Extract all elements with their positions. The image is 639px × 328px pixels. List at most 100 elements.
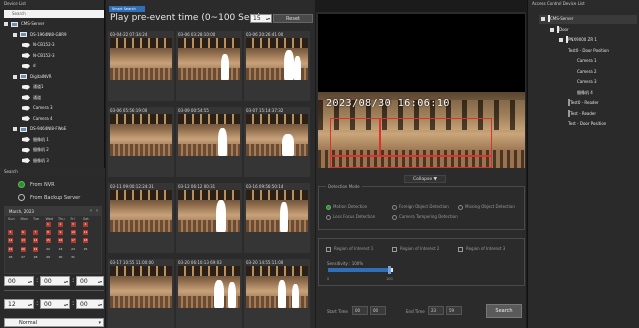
calendar-day[interactable]: 11 [83,230,88,236]
device-tree-item[interactable]: 通道1 [22,83,44,91]
device-tree-item[interactable]: DigitalNVR [13,73,51,81]
event-thumbnail[interactable]: 03-06 20:26:41 00 [244,31,310,101]
event-thumbnail[interactable]: 03-20 14:55:11:00 [244,259,310,328]
calendar-day[interactable]: 26 [8,255,13,260]
expand-icon[interactable] [13,32,17,37]
device-tree-item[interactable]: 通道 [22,94,41,102]
event-thumbnail[interactable]: 03-20 06:10:13 69:03 [176,259,242,328]
spin-icon[interactable]: ▴▾ [28,300,32,309]
access-tree-item[interactable]: Test0 - Door Position [568,47,609,55]
start-hour-input[interactable]: 00 ▴▾ [4,276,34,286]
end-time-hour[interactable]: 23 [428,306,444,315]
calendar-day[interactable]: 1 [45,222,51,227]
access-tree-item[interactable]: Camera 3 [577,78,597,86]
access-tree-item[interactable]: CMS-Server [541,15,573,23]
calendar-day[interactable]: 20 [20,246,26,252]
end-minute-input[interactable]: 00 ▴▾ [40,299,70,309]
roi-3-checkbox[interactable]: Region of Interest 3 [458,246,505,252]
expand-icon[interactable] [559,38,563,42]
foreign-object-option[interactable]: Foreign Object Detection [392,204,449,210]
from-nvr-radio[interactable] [18,181,25,188]
from-backup-radio[interactable] [18,194,25,201]
calendar-day[interactable]: 31 [71,255,76,260]
calendar-day[interactable]: 15 [45,238,51,244]
prev-month-icon[interactable]: ‹ [90,208,92,214]
calendar-day[interactable]: 27 [21,255,26,260]
tab-smart-search[interactable]: Smart Search [109,6,145,12]
device-tree-item[interactable]: DS-1964NI8-G8R9 [13,31,67,39]
end-second-input[interactable]: 00 ▴▾ [76,299,104,309]
start-second-input[interactable]: 00 ▴▾ [76,276,104,286]
calendar-day[interactable]: 18 [83,238,88,244]
calendar-day[interactable]: 29 [46,255,51,260]
calendar-day[interactable]: 4 [83,222,88,227]
device-tree-item[interactable]: N-CB152-3 [22,52,55,60]
start-time-min[interactable]: 00 [370,306,386,315]
reset-button[interactable]: Reset [273,14,313,23]
access-tree-item[interactable]: Camera 2 [577,68,597,76]
access-tree-item[interactable]: PNX9000 ZR 1 [559,36,597,44]
event-thumbnail[interactable]: 03-11 09:00:12:24:31 [108,183,174,253]
calendar-day[interactable]: 21 [33,246,38,252]
calendar-day[interactable]: 16 [58,238,63,244]
camera-tampering-option[interactable]: Camera Tampering Detection [392,214,458,220]
device-tree-item[interactable]: N-CB152-3 [22,41,55,49]
calendar-day[interactable]: 17 [70,238,76,244]
spin-icon[interactable]: ▴▾ [64,277,68,286]
calendar-day[interactable]: 3 [70,222,76,227]
event-thumbnail[interactable]: 03-06 03:28:10:00 [176,31,242,101]
access-tree-item[interactable]: Test - Reader [568,109,596,118]
calendar-day[interactable]: 12 [8,238,13,244]
calendar-day[interactable]: 28 [33,255,38,260]
device-tree-item[interactable]: Camera 3 [22,104,53,112]
start-minute-input[interactable]: 00 ▴▾ [40,276,70,286]
event-thumbnail[interactable]: 03-16 09:56:50:14 [244,183,310,253]
spin-icon[interactable]: ▴▾ [98,300,102,309]
access-tree-item[interactable]: Camera 1 [577,57,597,65]
device-search-input[interactable]: Search [4,10,104,18]
expand-icon[interactable] [4,22,8,26]
expand-icon[interactable] [13,127,17,131]
device-tree-item[interactable]: Camera 4 [22,115,53,123]
access-tree-item[interactable]: Door [550,25,569,34]
access-tree-item[interactable]: Test0 - Reader [568,99,599,107]
calendar-day[interactable]: 24 [71,247,76,252]
device-tree-item[interactable]: DS-9464NI8-FWoE [13,125,66,133]
device-tree-item[interactable]: CMS-Server [4,20,44,28]
end-hour-input[interactable]: 12 ▴▾ [4,299,34,309]
calendar-day[interactable]: 9 [58,230,63,236]
sensitivity-handle[interactable] [388,266,391,274]
calendar-day[interactable]: 6 [20,230,26,236]
event-thumbnail[interactable]: 03-12 06:12 00:31 [176,183,242,253]
event-thumbnail[interactable]: 03-17 10:55 11:00:00 [108,259,174,328]
calendar-day[interactable]: 25 [83,247,88,252]
motion-detection-option[interactable]: Motion Detection [326,204,367,210]
device-tree-item[interactable]: 摄像机 2 [22,146,49,154]
calendar-day[interactable]: 30 [58,255,63,260]
calendar-day[interactable]: 8 [45,230,51,236]
event-thumbnail[interactable]: 03-09 00:54:55 [176,107,242,177]
device-tree-item[interactable]: 摄像机 3 [22,157,49,165]
calendar-day[interactable]: 10 [70,230,76,236]
calendar-day[interactable]: 5 [8,230,13,236]
start-time-hour[interactable]: 00 [352,306,368,315]
calendar-day[interactable]: 14 [33,238,38,244]
mode-select[interactable]: Normal ▾ [4,318,104,327]
calendar-day[interactable]: 19 [8,246,13,252]
loss-focus-option[interactable]: Loss Focus Detection [326,214,375,220]
calendar-day[interactable]: 13 [20,238,26,244]
event-thumbnail[interactable]: 03-06 05:56:19:00 [108,107,174,177]
collapse-button[interactable]: Collapse ▼ [404,175,446,183]
access-tree-item[interactable]: Test - Door Position [568,120,606,128]
event-thumbnail[interactable]: 03-07 15:14:37:32 [244,107,310,177]
calendar-day[interactable]: 23 [58,247,63,252]
calendar-day[interactable]: 2 [58,222,63,227]
search-button[interactable]: Search [486,304,522,318]
access-tree-item[interactable]: 摄像机 4 [577,89,593,97]
expand-icon[interactable] [550,27,554,32]
end-time-min[interactable]: 59 [446,306,462,315]
calendar-day[interactable]: 22 [46,247,51,252]
device-tree-item[interactable]: 摄像机 1 [22,136,49,144]
missing-object-option[interactable]: Missing Object Detection [458,204,515,210]
expand-icon[interactable] [541,17,545,21]
